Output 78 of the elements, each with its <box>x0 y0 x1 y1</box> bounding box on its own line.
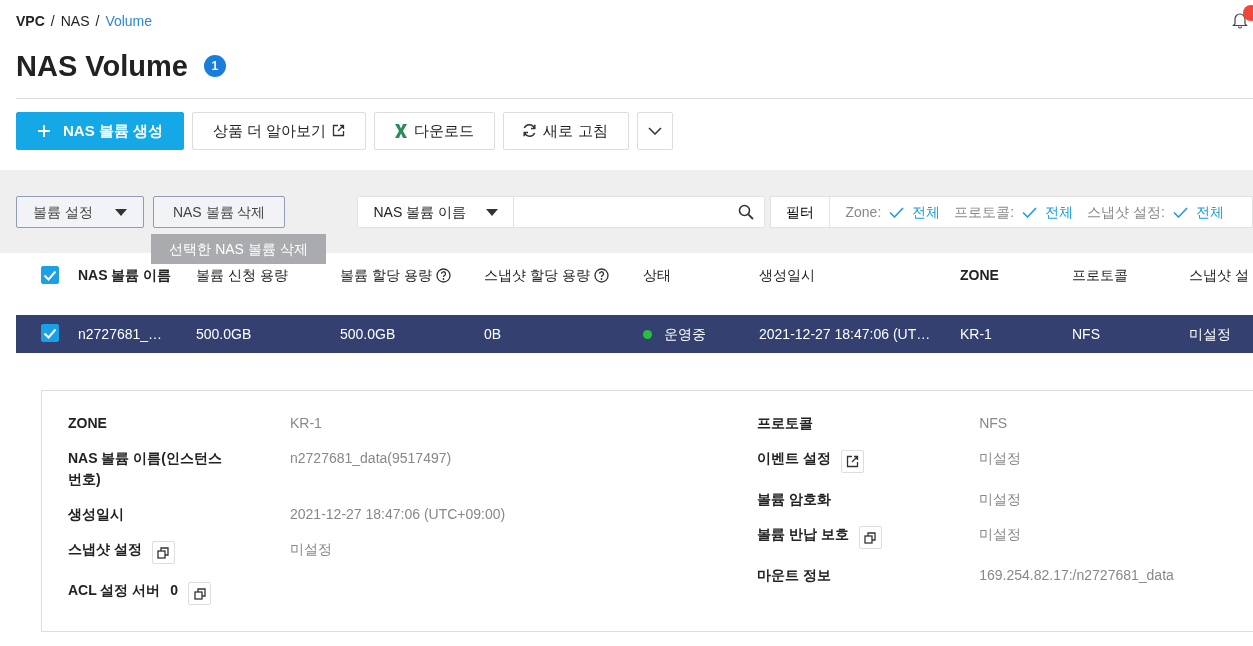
table-cell-text: n2727681_… <box>78 324 163 344</box>
detail-label: 볼륨 암호화 <box>757 490 832 509</box>
caret-icon <box>114 208 127 216</box>
detail-value: 미설정 <box>979 449 1022 468</box>
count-badge: 1 <box>203 55 226 78</box>
filter-label: 프로토콜: <box>954 202 1015 222</box>
table-cell-text: 미설정 <box>1189 324 1231 344</box>
table-row[interactable]: n2727681_… 500.0GB 500.0GB 0B 운영중 2021-12-27 18:47:06 (UT… KR-1 NFS 미설정 <box>16 315 1253 353</box>
column-header: 스냅샷 설 <box>1189 266 1250 285</box>
table-cell-text: 2021-12-27 18:47:06 (UT… <box>759 324 931 344</box>
copy-button[interactable] <box>151 541 175 564</box>
detail-value: KR-1 <box>290 414 322 433</box>
detail-label: NAS 볼륨 이름(인스턴스 번호) <box>68 449 223 489</box>
row-checkbox[interactable] <box>41 324 59 342</box>
more-button[interactable] <box>636 111 673 150</box>
copy-icon <box>157 546 170 559</box>
detail-count: 0 <box>170 581 179 600</box>
page-title: NAS Volume <box>16 49 188 84</box>
column-header: 프로토콜 <box>1072 266 1129 285</box>
refresh-icon <box>522 123 538 139</box>
column-header: ZONE <box>960 266 1000 285</box>
column-header: NAS 볼륨 이름 <box>78 266 173 285</box>
filter-label: Zone: <box>845 202 882 222</box>
external-link-icon <box>846 455 860 468</box>
filter-button[interactable]: 필터 <box>770 196 831 228</box>
copy-button[interactable] <box>859 526 882 549</box>
table-cell-text: 운영중 <box>664 324 706 344</box>
detail-label: ACL 설정 서버 <box>68 581 161 600</box>
open-link-button[interactable] <box>841 450 865 473</box>
detail-value: NFS <box>979 414 1008 433</box>
excel-icon <box>394 122 409 139</box>
detail-label: 볼륨 반납 보호 <box>757 525 849 544</box>
table-cell-text: KR-1 <box>960 324 992 344</box>
delete-button[interactable]: NAS 볼륨 삭제 <box>152 196 286 228</box>
detail-value: 169.254.82.17:/n2727681_data <box>979 566 1174 585</box>
detail-label: 프로토콜 <box>757 414 814 433</box>
breadcrumb-separator: / <box>95 11 100 31</box>
table-cell-text: NFS <box>1072 324 1100 344</box>
detail-value: 미설정 <box>979 525 1022 544</box>
breadcrumb-link[interactable]: NAS <box>60 10 90 32</box>
check-icon <box>43 327 57 339</box>
check-icon <box>1022 206 1038 218</box>
table-cell-text: 500.0GB <box>196 324 252 344</box>
refresh-button[interactable]: 새로 고침 <box>503 111 629 150</box>
learn-more-button[interactable]: 상품 더 알아보기 <box>192 111 367 150</box>
table-cell-text: 0B <box>484 324 502 344</box>
chevron-down-icon <box>647 126 662 135</box>
copy-icon <box>864 531 877 544</box>
external-link-icon <box>332 124 346 138</box>
check-icon <box>889 206 905 218</box>
check-icon <box>1172 206 1188 218</box>
column-header: 생성일시 <box>759 266 816 285</box>
bell-icon <box>1232 11 1248 29</box>
tooltip: 선택한 NAS 볼륨 삭제 <box>151 234 326 264</box>
detail-value: 미설정 <box>979 490 1022 509</box>
detail-label: 스냅샷 설정 <box>68 540 142 559</box>
breadcrumb-link[interactable]: VPC <box>16 10 45 32</box>
detail-value: 미설정 <box>290 540 332 559</box>
detail-label: 이벤트 설정 <box>757 449 832 468</box>
column-header: 스냅샷 할당 용량 <box>484 266 590 285</box>
detail-value: 2021-12-27 18:47:06 (UTC+09:00) <box>290 505 506 524</box>
check-icon <box>43 269 57 281</box>
table-cell-text: 500.0GB <box>340 324 396 344</box>
copy-icon <box>193 587 206 600</box>
column-header: 볼륨 할당 용량 <box>340 266 432 285</box>
download-button[interactable]: 다운로드 <box>374 111 496 150</box>
breadcrumb-separator: / <box>50 11 55 31</box>
detail-label: 생성일시 <box>68 505 124 524</box>
settings-dropdown[interactable]: 볼륨 설정 <box>16 196 144 228</box>
plus-icon <box>37 123 51 138</box>
detail-label: 마운트 정보 <box>757 566 832 585</box>
column-header: 상태 <box>643 266 672 285</box>
detail-label: ZONE <box>68 414 107 433</box>
copy-button[interactable] <box>188 582 212 605</box>
column-header: 볼륨 신청 용량 <box>196 266 289 285</box>
select-all-checkbox[interactable] <box>41 266 59 284</box>
filter-label: 스냅샷 설정: <box>1087 202 1165 222</box>
detail-value: n2727681_data(9517497) <box>290 449 452 468</box>
